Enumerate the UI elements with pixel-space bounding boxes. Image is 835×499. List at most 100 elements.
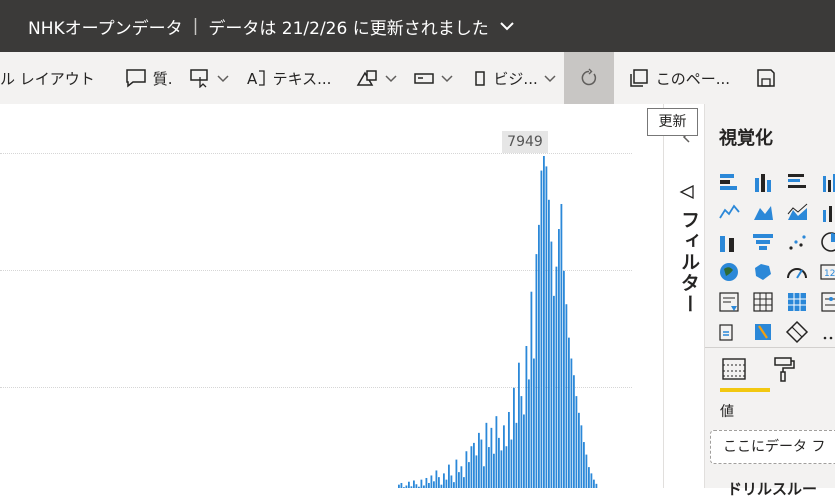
buttons-menu[interactable] (181, 52, 237, 104)
chevron-down-icon[interactable] (499, 18, 515, 34)
chart-bar[interactable] (545, 166, 548, 488)
chart-bar[interactable] (425, 477, 428, 488)
chart-bar[interactable] (595, 483, 598, 488)
chart-bar[interactable] (568, 337, 570, 488)
chart-bar[interactable] (400, 482, 403, 488)
chart-bar[interactable] (428, 482, 430, 488)
chart-bar[interactable] (590, 473, 593, 488)
qa-button[interactable]: 質. (117, 52, 181, 104)
ellipsis-icon[interactable] (818, 320, 835, 344)
chart-bar[interactable] (520, 396, 523, 488)
chart-bar[interactable] (480, 439, 483, 488)
chart-bar[interactable] (583, 442, 585, 488)
chart-bar[interactable] (510, 439, 513, 488)
map-icon[interactable] (716, 260, 742, 284)
chart-bar[interactable] (458, 472, 460, 488)
chart-bar[interactable] (455, 459, 458, 488)
chart-bar[interactable] (493, 453, 495, 488)
funnel-icon[interactable] (750, 230, 776, 254)
chart-bar[interactable] (478, 432, 480, 488)
chart-bar[interactable] (550, 241, 553, 488)
scatter-icon[interactable] (784, 230, 810, 254)
chart-bar[interactable] (525, 345, 528, 488)
chart-bar[interactable] (468, 462, 470, 488)
area-chart-icon[interactable] (750, 200, 776, 224)
chart-bar[interactable] (575, 396, 578, 488)
refresh-button[interactable] (563, 52, 614, 104)
mobile-layout-button[interactable]: ル レイアウト (0, 52, 103, 104)
chart-bar[interactable] (490, 427, 493, 488)
chart-bar[interactable] (398, 484, 400, 488)
chart-bar[interactable] (475, 455, 478, 488)
gauge-icon[interactable] (784, 260, 810, 284)
chart-bar[interactable] (513, 387, 515, 488)
shapes-menu[interactable] (347, 52, 405, 104)
chart-bar[interactable] (593, 479, 595, 488)
format-paint-roller-icon[interactable] (770, 355, 798, 383)
duplicate-page-button[interactable]: このペー... (620, 52, 738, 104)
visual-menu[interactable]: ビジ... (465, 52, 563, 104)
decomposition-tree-icon[interactable] (750, 320, 776, 344)
chart-bar[interactable] (588, 467, 590, 488)
chart-bar[interactable] (450, 475, 453, 488)
chart-bar[interactable] (518, 362, 520, 488)
ribbon-chart-icon[interactable] (716, 230, 742, 254)
chart-bar[interactable] (440, 484, 443, 488)
chart-bar[interactable] (413, 480, 415, 488)
chart-bar[interactable] (503, 425, 505, 488)
chart-bar[interactable] (433, 481, 435, 488)
slicer-icon[interactable] (716, 290, 742, 314)
values-drop-field[interactable]: ここにデータ フ (710, 430, 835, 464)
chart-bar[interactable] (415, 484, 418, 488)
chart-bar[interactable] (445, 479, 448, 488)
textbox-button[interactable]: A テキス... (237, 52, 340, 104)
stacked-area-icon[interactable] (784, 200, 810, 224)
chart-bar[interactable] (585, 454, 588, 488)
bar-chart[interactable] (0, 104, 663, 488)
pie-icon[interactable] (818, 230, 835, 254)
table-icon[interactable] (750, 290, 776, 314)
chart-bar[interactable] (558, 229, 560, 488)
power-apps-icon[interactable] (784, 320, 810, 344)
chart-bar[interactable] (498, 437, 500, 488)
chart-bar[interactable] (508, 411, 510, 488)
chart-bar[interactable] (523, 414, 525, 488)
chart-bar[interactable] (538, 224, 540, 488)
image-menu[interactable] (405, 52, 461, 104)
chart-bar[interactable] (565, 304, 568, 488)
chart-bar[interactable] (488, 447, 490, 488)
chart-bar[interactable] (573, 375, 575, 488)
filled-map-icon[interactable] (750, 260, 776, 284)
chart-bar[interactable] (453, 482, 455, 488)
chart-bar[interactable] (535, 254, 538, 488)
chart-bar[interactable] (473, 442, 475, 488)
chart-bar[interactable] (495, 416, 498, 488)
fields-icon[interactable] (720, 355, 748, 383)
stacked-column-icon[interactable] (750, 170, 776, 194)
chart-bar[interactable] (578, 412, 580, 488)
matrix-icon[interactable] (784, 290, 810, 314)
chart-bar[interactable] (470, 446, 473, 488)
chart-bar[interactable] (500, 450, 503, 488)
chart-bar[interactable] (460, 466, 463, 488)
chart-bar[interactable] (443, 473, 445, 488)
chart-bar[interactable] (543, 156, 545, 488)
chart-bar[interactable] (528, 379, 530, 488)
key-influencers-icon[interactable] (716, 320, 742, 344)
card-icon[interactable]: 123 (818, 260, 835, 284)
chart-bar[interactable] (548, 199, 550, 488)
chart-bar[interactable] (463, 477, 465, 488)
clustered-bar-icon[interactable] (784, 170, 810, 194)
chart-bar[interactable] (553, 295, 555, 488)
chart-bar[interactable] (408, 481, 410, 488)
stacked-bar-icon[interactable] (716, 170, 742, 194)
chart-bar[interactable] (438, 477, 440, 488)
chart-bar[interactable] (465, 451, 468, 488)
chart-bar[interactable] (533, 358, 535, 488)
chart-bar[interactable] (560, 203, 563, 488)
chart-bar[interactable] (515, 422, 518, 488)
chart-bar[interactable] (483, 466, 485, 488)
multirow-card-icon[interactable] (818, 290, 835, 314)
chart-bar[interactable] (570, 358, 573, 488)
save-button[interactable] (748, 52, 784, 104)
